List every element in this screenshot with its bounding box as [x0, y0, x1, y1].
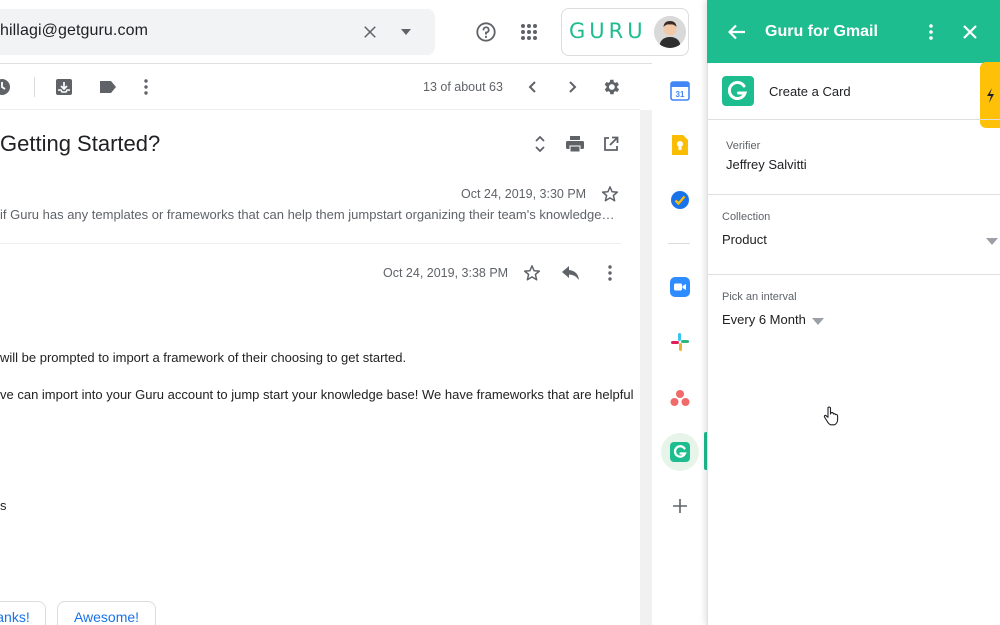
- help-icon: [476, 22, 496, 42]
- settings-button[interactable]: [599, 75, 623, 99]
- message-divider: [0, 243, 621, 244]
- close-icon: [364, 26, 376, 38]
- svg-text:31: 31: [676, 90, 685, 99]
- chevron-right-icon: [569, 81, 577, 93]
- panel-menu-button[interactable]: [921, 20, 941, 44]
- get-addons-button[interactable]: [669, 495, 691, 517]
- keep-icon: [672, 135, 688, 155]
- message-body-line: ve can import into your Guru account to …: [0, 387, 634, 402]
- panel-title: Guru for Gmail: [765, 23, 878, 40]
- tasks-addon-button[interactable]: [668, 188, 692, 212]
- pagination-count: 13 of about 63: [423, 80, 503, 94]
- smart-reply-chip[interactable]: Awesome!: [57, 601, 156, 625]
- collection-label: Collection: [722, 211, 771, 223]
- message-snippet[interactable]: if Guru has any templates or frameworks …: [0, 207, 617, 222]
- message-body-line: s: [0, 498, 7, 513]
- toolbar-divider: [0, 109, 640, 110]
- guru-card-logo: [722, 76, 754, 106]
- caret-down-icon: [986, 237, 998, 245]
- guru-icon: [670, 442, 690, 462]
- slack-icon: [671, 333, 689, 351]
- smart-reply-chip[interactable]: anks!: [0, 601, 46, 625]
- interval-dropdown-arrow[interactable]: [810, 315, 826, 327]
- toolbar-separator: [34, 77, 35, 97]
- slack-addon-button[interactable]: [668, 330, 692, 354]
- calendar-icon: 31: [670, 81, 690, 101]
- section-divider: [707, 194, 1000, 195]
- more-actions-button[interactable]: [136, 76, 156, 98]
- expand-all-button[interactable]: [530, 133, 550, 155]
- arrow-left-icon: [728, 24, 745, 40]
- apps-grid-icon: [521, 24, 537, 40]
- more-vert-icon: [608, 265, 612, 281]
- star-button[interactable]: [521, 262, 543, 284]
- top-divider: [0, 63, 652, 64]
- gear-icon: [604, 79, 620, 95]
- reply-icon: [562, 266, 579, 280]
- search-options-button[interactable]: [396, 22, 416, 42]
- section-divider: [707, 119, 1000, 120]
- more-vert-icon: [929, 24, 933, 40]
- reply-button[interactable]: [560, 262, 582, 284]
- verifier-field[interactable]: Jeffrey Salvitti: [726, 157, 807, 172]
- apps-button[interactable]: [517, 20, 541, 44]
- add-icon: [673, 499, 687, 513]
- caret-down-icon: [812, 317, 824, 325]
- collection-select[interactable]: Product: [722, 232, 767, 247]
- star-outline-icon: [601, 186, 619, 202]
- asana-addon-button[interactable]: [668, 386, 692, 410]
- person-photo-icon: [654, 16, 686, 48]
- collection-dropdown-arrow[interactable]: [984, 235, 1000, 247]
- move-to-button[interactable]: [52, 76, 76, 98]
- label-icon: [100, 81, 116, 93]
- zoom-icon: [670, 277, 690, 297]
- search-input[interactable]: hillagi@getguru.com: [0, 22, 148, 40]
- caret-down-icon: [401, 29, 411, 35]
- message-body-line: will be prompted to import a framework o…: [0, 350, 407, 365]
- open-new-window-button[interactable]: [600, 133, 622, 155]
- labels-button[interactable]: [96, 76, 120, 98]
- older-button[interactable]: [561, 76, 583, 98]
- close-icon: [963, 25, 977, 39]
- guru-brand-logo: GURU: [569, 19, 647, 43]
- unfold-icon: [535, 135, 545, 153]
- star-outline-icon: [523, 265, 541, 281]
- newer-button[interactable]: [522, 76, 544, 98]
- avatar[interactable]: [654, 16, 686, 48]
- calendar-addon-button[interactable]: 31: [668, 79, 692, 103]
- close-panel-button[interactable]: [958, 20, 982, 44]
- message-date: Oct 24, 2019, 3:30 PM: [461, 187, 587, 201]
- guru-addon-button[interactable]: [668, 440, 692, 464]
- clear-search-button[interactable]: [358, 20, 382, 44]
- print-icon: [566, 136, 584, 152]
- tasks-icon: [671, 191, 689, 209]
- zoom-addon-button[interactable]: [668, 275, 692, 299]
- more-vert-icon: [144, 79, 148, 95]
- message-more-button[interactable]: [600, 262, 620, 284]
- section-divider: [707, 274, 1000, 275]
- print-button[interactable]: [564, 133, 586, 155]
- star-button[interactable]: [599, 183, 621, 205]
- clock-icon: [0, 79, 10, 95]
- scrollbar[interactable]: [640, 110, 652, 625]
- asana-icon: [670, 390, 690, 406]
- snooze-button[interactable]: [0, 76, 14, 98]
- back-button[interactable]: [725, 20, 749, 44]
- help-button[interactable]: [473, 19, 499, 45]
- create-card-title: Create a Card: [769, 84, 851, 99]
- keep-addon-button[interactable]: [668, 133, 692, 157]
- rail-divider: [668, 243, 690, 244]
- message-date: Oct 24, 2019, 3:38 PM: [383, 266, 509, 280]
- chevron-left-icon: [528, 81, 536, 93]
- hand-cursor-icon: [823, 406, 839, 426]
- email-subject: Getting Started?: [0, 131, 161, 156]
- guru-icon: [727, 81, 748, 100]
- move-to-inbox-icon: [56, 79, 72, 95]
- interval-select[interactable]: Every 6 Month: [722, 312, 806, 327]
- verifier-label: Verifier: [726, 140, 761, 152]
- open-in-new-icon: [604, 136, 619, 151]
- interval-label: Pick an interval: [722, 291, 797, 303]
